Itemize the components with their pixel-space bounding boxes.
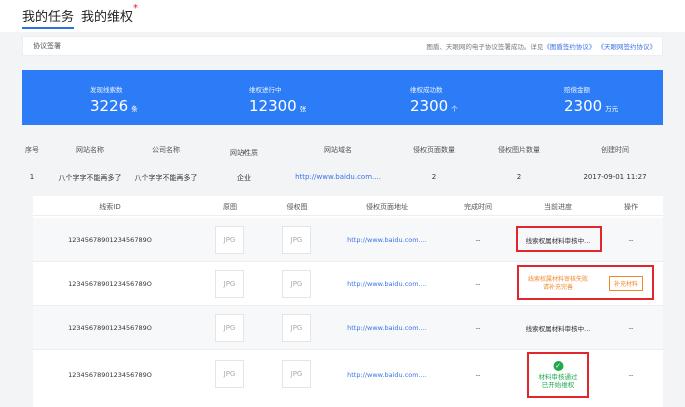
col-created: 创建时间 bbox=[601, 146, 629, 154]
col-progress: 当前进度 bbox=[544, 203, 572, 211]
row-site-name: 八个字字不能再多了 bbox=[58, 174, 122, 182]
row-created: 2017-09-01 11:27 bbox=[583, 173, 647, 181]
col-clue-id: 线索ID bbox=[99, 203, 121, 211]
tab-my-rights[interactable]: 我的维权 * bbox=[81, 3, 138, 25]
page-url-link[interactable]: http://www.baidu.com.... bbox=[347, 236, 427, 244]
stat-label: 发现线索数 bbox=[90, 86, 123, 94]
row-company: 八个字字不能再多了 bbox=[134, 174, 198, 182]
page-url-link[interactable]: http://www.baidu.com.... bbox=[347, 324, 427, 332]
page: 我的任务 我的维权 * 协议签署 图盾、天眼网的电子协议签署成功。详见《图盾签约协… bbox=[0, 0, 685, 407]
col-index: 序号 bbox=[25, 146, 39, 154]
clue-id: 1234567890123456789O bbox=[68, 279, 152, 288]
highlight-box bbox=[517, 265, 654, 300]
highlight-box bbox=[527, 352, 589, 398]
stat-value: 3226 bbox=[90, 97, 129, 115]
col-infringing: 侵权图 bbox=[286, 203, 308, 211]
table-row[interactable]: 1 八个字字不能再多了 八个字字不能再多了 企业 http://www.baid… bbox=[22, 170, 663, 186]
original-thumbnail[interactable]: JPG bbox=[215, 314, 244, 342]
col-finish-time: 完成时间 bbox=[464, 203, 492, 211]
infringing-thumbnail[interactable]: JPG bbox=[282, 360, 311, 388]
row-nature: 企业 bbox=[237, 174, 251, 182]
page-url-link[interactable]: http://www.baidu.com.... bbox=[347, 280, 427, 288]
finish-time: -- bbox=[475, 279, 481, 288]
finish-time: -- bbox=[475, 323, 481, 332]
detail-header: 线索ID 原图 侵权图 侵权页面地址 完成时间 当前进度 操作 bbox=[33, 196, 663, 216]
row-domain-link[interactable]: http://www.baidu.com.... bbox=[295, 173, 381, 181]
col-action: 操作 bbox=[624, 203, 638, 211]
row-index: 1 bbox=[29, 173, 35, 181]
col-company: 公司名称 bbox=[152, 146, 180, 154]
table-row[interactable]: 1234567890123456789O JPG JPG http://www.… bbox=[33, 262, 663, 306]
original-thumbnail[interactable]: JPG bbox=[215, 360, 244, 388]
clue-id: 1234567890123456789O bbox=[68, 235, 152, 244]
table-header: 序号 网站名称 公司名称 网站性质 ∨ 网站域名 侵权页面数量 侵权图片数量 创… bbox=[22, 142, 663, 158]
table-row[interactable]: 1234567890123456789O JPG JPG http://www.… bbox=[33, 218, 663, 262]
action-none: -- bbox=[628, 371, 634, 379]
clue-id: 1234567890123456789O bbox=[68, 323, 152, 332]
tab-label: 我的维权 bbox=[81, 10, 134, 25]
stats-banner: 发现线索数 3226 条 维权进行中 12300 张 维权成功数 2300 个 赔偿金额 23… bbox=[22, 70, 663, 125]
tab-label: 我的任务 bbox=[22, 10, 75, 25]
infringing-thumbnail[interactable]: JPG bbox=[282, 226, 311, 254]
agreement-notice: 协议签署 图盾、天眼网的电子协议签署成功。详见《图盾签约协议》 《天眼网签约协议… bbox=[22, 36, 663, 56]
clue-id: 1234567890123456789O bbox=[68, 371, 152, 379]
stat-compensation: 赔偿金额 2300 万元 bbox=[564, 84, 618, 115]
highlight-box bbox=[516, 226, 602, 252]
stat-unit: 条 bbox=[131, 105, 138, 113]
chevron-down-icon: ∨ bbox=[241, 148, 247, 156]
col-page-count: 侵权页面数量 bbox=[413, 146, 455, 154]
col-page-url: 侵权页面地址 bbox=[366, 203, 408, 211]
finish-time: -- bbox=[475, 235, 481, 244]
stat-label: 维权成功数 bbox=[410, 86, 443, 94]
stat-success: 维权成功数 2300 个 bbox=[410, 84, 458, 115]
notice-text-group: 图盾、天眼网的电子协议签署成功。详见《图盾签约协议》 《天眼网签约协议》 bbox=[426, 41, 656, 51]
stat-clues-found: 发现线索数 3226 条 bbox=[90, 84, 138, 115]
stat-value: 12300 bbox=[249, 97, 297, 115]
table-row[interactable]: 1234567890123456789O JPG JPG http://www.… bbox=[33, 350, 663, 400]
col-site-name: 网站名称 bbox=[76, 146, 104, 154]
finish-time: -- bbox=[475, 371, 481, 379]
notice-label: 协议签署 bbox=[33, 42, 61, 50]
page-url-link[interactable]: http://www.baidu.com.... bbox=[347, 371, 427, 379]
link-tudun-agreement[interactable]: 《图盾签约协议》 bbox=[543, 43, 595, 51]
row-page-count: 2 bbox=[431, 173, 437, 181]
infringing-thumbnail[interactable]: JPG bbox=[282, 314, 311, 342]
progress-status: 线索权属材料审核中... bbox=[525, 324, 591, 333]
col-image-count: 侵权图片数量 bbox=[498, 146, 540, 154]
action-none: -- bbox=[628, 323, 634, 332]
stat-unit: 万元 bbox=[605, 105, 619, 113]
col-original: 原图 bbox=[223, 203, 237, 211]
tab-bar: 我的任务 我的维权 * bbox=[0, 0, 685, 32]
stat-value: 2300 bbox=[410, 97, 449, 115]
stat-value: 2300 bbox=[564, 97, 603, 115]
stat-label: 赔偿金额 bbox=[564, 86, 590, 94]
notification-dot: * bbox=[133, 3, 139, 14]
stat-in-progress: 维权进行中 12300 张 bbox=[249, 84, 306, 115]
table-row[interactable]: 1234567890123456789O JPG JPG http://www.… bbox=[33, 306, 663, 350]
clue-detail-table: 线索ID 原图 侵权图 侵权页面地址 完成时间 当前进度 操作 12345678… bbox=[33, 196, 663, 407]
col-domain: 网站域名 bbox=[324, 146, 352, 154]
action-none: -- bbox=[628, 235, 634, 244]
infringing-thumbnail[interactable]: JPG bbox=[282, 270, 311, 298]
row-image-count: 2 bbox=[516, 173, 522, 181]
stat-label: 维权进行中 bbox=[249, 86, 282, 94]
original-thumbnail[interactable]: JPG bbox=[215, 226, 244, 254]
notice-text: 图盾、天眼网的电子协议签署成功。详见 bbox=[426, 43, 544, 51]
stat-unit: 张 bbox=[299, 105, 307, 113]
stat-unit: 个 bbox=[451, 105, 458, 113]
original-thumbnail[interactable]: JPG bbox=[215, 270, 244, 298]
link-tianyan-agreement[interactable]: 《天眼网签约协议》 bbox=[598, 43, 657, 51]
tab-my-tasks[interactable]: 我的任务 bbox=[22, 6, 75, 29]
